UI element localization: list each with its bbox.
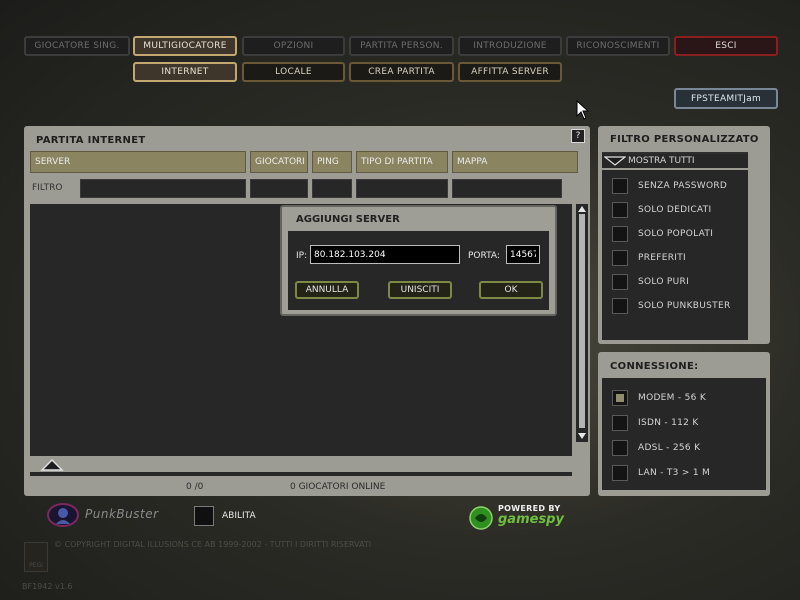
collapse-arrow-icon[interactable]: [40, 458, 64, 471]
cancel-button[interactable]: ANNULLA: [295, 281, 359, 299]
connection-options-list: MODEM - 56 K ISDN - 112 K ADSL - 256 K L…: [602, 378, 766, 490]
filter-options-list: SENZA PASSWORD SOLO DEDICATI SOLO POPOLA…: [602, 170, 748, 340]
help-button[interactable]: ?: [571, 129, 585, 143]
custom-filter-panel: FILTRO PERSONALIZZATO MOSTRA TUTTI SENZA…: [598, 126, 770, 344]
checkbox[interactable]: [612, 178, 628, 194]
port-label: PORTA:: [468, 251, 500, 261]
connection-option-adsl[interactable]: ADSL - 256 K: [612, 438, 752, 458]
copyright-text: © COPYRIGHT DIGITAL ILLUSIONS CE AB 1999…: [54, 540, 372, 549]
column-map[interactable]: MAPPA: [452, 151, 578, 173]
radio[interactable]: [612, 440, 628, 456]
rating-badge: PEGI: [24, 542, 48, 572]
gamespy-logo-icon: [469, 506, 493, 530]
filter-game-type-input[interactable]: [356, 179, 448, 198]
column-players[interactable]: GIOCATORI: [250, 151, 308, 173]
add-server-dialog: AGGIUNGI SERVER IP: PORTA: ANNULLA UNISC…: [280, 205, 557, 316]
connection-panel: CONNESSIONE: MODEM - 56 K ISDN - 112 K A…: [598, 352, 770, 496]
punkbuster-logo-icon: [47, 503, 79, 527]
ip-label: IP:: [296, 251, 308, 261]
punkbuster-enable-checkbox[interactable]: [194, 506, 214, 526]
connection-option-modem[interactable]: MODEM - 56 K: [612, 388, 752, 408]
checkbox[interactable]: [612, 298, 628, 314]
port-input[interactable]: [506, 245, 540, 264]
radio-dot: [616, 394, 624, 402]
version-text: BF1942 v1.6: [22, 582, 73, 591]
filter-option-no-password[interactable]: SENZA PASSWORD: [612, 176, 752, 196]
filter-option-pure[interactable]: SOLO PURI: [612, 272, 752, 292]
exit-button[interactable]: ESCI: [674, 36, 778, 56]
column-game-type[interactable]: TIPO DI PARTITA: [356, 151, 448, 173]
cursor-icon: [576, 100, 590, 120]
triangle-down-icon: [604, 156, 626, 166]
subtab-rent-server[interactable]: AFFITTA SERVER: [458, 62, 562, 82]
vertical-scrollbar[interactable]: [576, 204, 588, 442]
radio[interactable]: [612, 390, 628, 406]
ip-input[interactable]: [310, 245, 460, 264]
join-button[interactable]: UNISCITI: [388, 281, 452, 299]
connection-title: CONNESSIONE:: [610, 361, 699, 372]
filter-option-punkbuster[interactable]: SOLO PUNKBUSTER: [612, 296, 752, 316]
panel-title: PARTITA INTERNET: [36, 135, 146, 146]
connection-option-isdn[interactable]: ISDN - 112 K: [612, 413, 752, 433]
show-all-label: MOSTRA TUTTI: [628, 156, 695, 166]
players-online: 0 GIOCATORI ONLINE: [290, 482, 386, 492]
nav-tab-credits[interactable]: RICONOSCIMENTI: [566, 36, 670, 56]
radio[interactable]: [612, 415, 628, 431]
checkbox[interactable]: [612, 274, 628, 290]
profile-button[interactable]: FPSTEAMITJam: [674, 88, 778, 109]
option-label: SOLO PUNKBUSTER: [638, 301, 731, 311]
filter-ping-input[interactable]: [312, 179, 352, 198]
filter-option-populated[interactable]: SOLO POPOLATI: [612, 224, 752, 244]
option-label: SENZA PASSWORD: [638, 181, 728, 191]
option-label: MODEM - 56 K: [638, 393, 707, 403]
option-label: ISDN - 112 K: [638, 418, 699, 428]
option-label: SOLO POPOLATI: [638, 229, 714, 239]
nav-tab-options[interactable]: OPZIONI: [242, 36, 345, 56]
filter-map-input[interactable]: [452, 179, 562, 198]
option-label: SOLO DEDICATI: [638, 205, 712, 215]
punkbuster-logo-text: PunkBuster: [85, 507, 159, 521]
filter-server-input[interactable]: [80, 179, 246, 198]
radio[interactable]: [612, 465, 628, 481]
nav-tab-custom-game[interactable]: PARTITA PERSON.: [349, 36, 454, 56]
subtab-create-game[interactable]: CREA PARTITA: [349, 62, 454, 82]
punkbuster-enable-label: ABILITA: [222, 511, 256, 521]
scroll-thumb[interactable]: [579, 214, 585, 428]
option-label: PREFERITI: [638, 253, 686, 263]
checkbox[interactable]: [612, 226, 628, 242]
custom-filter-title: FILTRO PERSONALIZZATO: [610, 134, 759, 145]
column-server[interactable]: SERVER: [30, 151, 246, 173]
nav-tab-single-player[interactable]: GIOCATORE SING.: [24, 36, 130, 56]
ok-button[interactable]: OK: [479, 281, 543, 299]
filter-option-dedicated[interactable]: SOLO DEDICATI: [612, 200, 752, 220]
checkbox[interactable]: [612, 250, 628, 266]
filter-option-favorites[interactable]: PREFERITI: [612, 248, 752, 268]
filter-players-input[interactable]: [250, 179, 308, 198]
gamespy-brand-text: gamespy: [498, 512, 564, 527]
server-count: 0 /0: [186, 482, 204, 492]
column-ping[interactable]: PING: [312, 151, 352, 173]
subtab-local[interactable]: LOCALE: [242, 62, 345, 82]
checkbox[interactable]: [612, 202, 628, 218]
option-label: SOLO PURI: [638, 277, 690, 287]
dialog-title: AGGIUNGI SERVER: [296, 214, 400, 225]
nav-tab-intro[interactable]: INTRODUZIONE: [458, 36, 562, 56]
nav-tab-multiplayer[interactable]: MULTIGIOCATORE: [133, 36, 237, 56]
connection-option-lan[interactable]: LAN - T3 > 1 M: [612, 463, 752, 483]
filter-label: FILTRO: [32, 183, 63, 193]
subtab-internet[interactable]: INTERNET: [133, 62, 237, 82]
option-label: LAN - T3 > 1 M: [638, 468, 711, 478]
show-all-row[interactable]: MOSTRA TUTTI: [602, 152, 748, 168]
scroll-down-icon[interactable]: [577, 432, 587, 440]
scroll-up-icon[interactable]: [577, 205, 587, 213]
horizontal-scrollbar[interactable]: [30, 472, 572, 476]
option-label: ADSL - 256 K: [638, 443, 701, 453]
